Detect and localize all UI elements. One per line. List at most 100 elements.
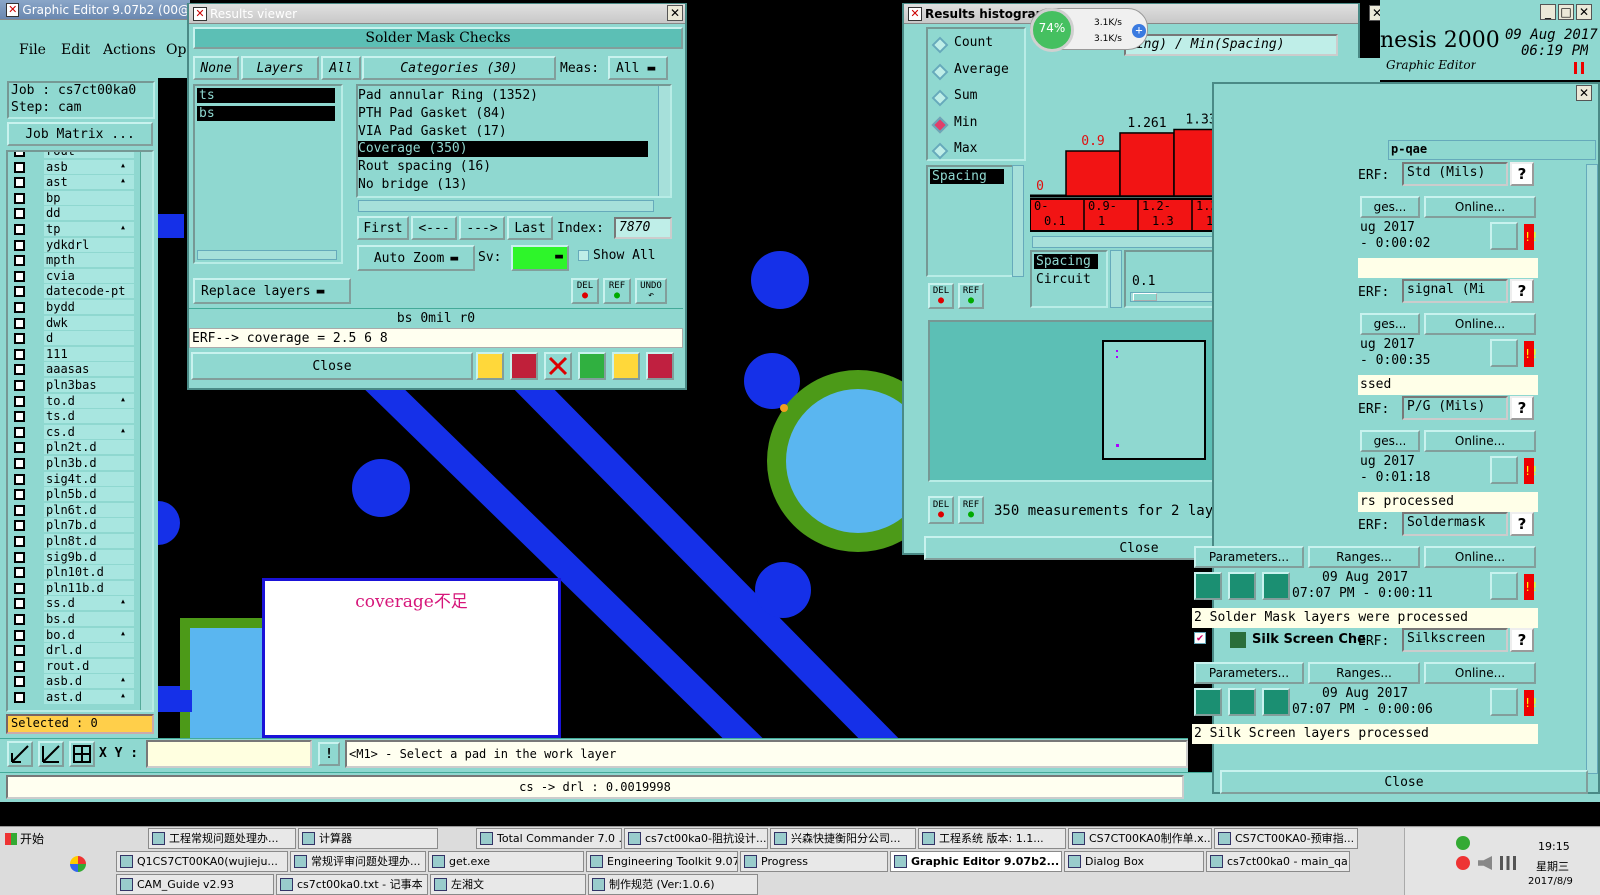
layer-checkbox[interactable] — [14, 676, 25, 688]
help-button[interactable]: ? — [1510, 162, 1534, 186]
last-button[interactable]: Last — [507, 216, 553, 240]
main-titlebar[interactable]: ✕ Graphic Editor 9.07b2 (00@H — [0, 0, 190, 20]
metric-list-scroll[interactable] — [1110, 250, 1122, 308]
layer-row[interactable]: ydkdrl — [10, 237, 152, 253]
run-icon[interactable] — [1194, 688, 1222, 716]
taskbar-button[interactable]: 左湘文 — [430, 874, 586, 895]
run-batch-icon[interactable] — [1262, 688, 1290, 716]
layer-row[interactable]: dd — [10, 206, 152, 221]
ref-button[interactable]: REF ● — [603, 278, 631, 304]
layer-checkbox[interactable] — [14, 629, 25, 641]
replace-layers-button[interactable]: Replace layers ▬ — [193, 278, 351, 304]
taskbar-button[interactable]: get.exe — [428, 851, 584, 872]
layer-checkbox[interactable] — [14, 411, 25, 423]
online-button[interactable]: Online... — [1424, 196, 1536, 218]
layer-checkbox[interactable] — [14, 333, 25, 345]
layer-checkbox[interactable] — [14, 302, 25, 313]
option-radio-max[interactable] — [931, 142, 949, 160]
zoom-result-icon[interactable] — [1490, 456, 1518, 484]
layers-none-button[interactable]: None — [193, 56, 239, 80]
layer-row[interactable]: pln10t.d — [10, 565, 152, 580]
online-button[interactable]: Online... — [1424, 430, 1536, 452]
layer-row[interactable]: bp — [10, 190, 152, 206]
grid-tool-icon[interactable] — [69, 741, 95, 767]
param-list-item[interactable]: Spacing — [930, 169, 1004, 184]
layer-row[interactable]: tp ▴ — [10, 222, 152, 237]
snap-tool-icon[interactable] — [38, 741, 64, 767]
taskbar-button[interactable]: 常规评审问题处理办... — [290, 851, 426, 872]
layer-checkbox[interactable] — [14, 255, 25, 267]
category-list[interactable]: Pad annular Ring (1352) PTH Pad Gasket (8… — [356, 84, 672, 198]
layer-checkbox[interactable] — [14, 348, 25, 360]
hist-bar[interactable] — [1119, 132, 1175, 197]
layer-checkbox[interactable] — [14, 380, 25, 391]
layer-row[interactable]: drl.d — [10, 643, 152, 658]
first-button[interactable]: First — [357, 216, 409, 240]
layer-checkbox[interactable] — [14, 442, 25, 454]
layer-checkbox[interactable] — [14, 489, 25, 501]
layers-button[interactable]: Layers — [241, 56, 319, 80]
start-button[interactable]: 开始 — [2, 828, 56, 850]
layer-row[interactable]: cs.d ▴ — [10, 424, 152, 440]
help-button[interactable]: ? — [1510, 628, 1534, 652]
check-enabled-checkbox[interactable]: ✔ — [1194, 632, 1206, 644]
alert-icon[interactable]: !! — [1524, 458, 1538, 484]
layer-row[interactable]: asb.d ▴ — [10, 674, 152, 689]
erf-field[interactable]: signal (Mi — [1402, 279, 1508, 303]
category-hscroll[interactable] — [358, 200, 654, 212]
histogram-tool-icon[interactable] — [476, 352, 504, 380]
info-button[interactable]: ! — [318, 742, 340, 766]
category-item[interactable]: VIA Pad Gasket (17) — [358, 124, 648, 140]
layer-checkbox[interactable] — [14, 192, 25, 204]
category-item[interactable]: Rout spacing (16) — [358, 159, 648, 175]
taskbar-button[interactable]: cs7ct00ka0-阻抗设计... — [624, 828, 768, 849]
layer-row[interactable]: pln6t.d — [10, 502, 152, 518]
rv-layer-hscroll[interactable] — [197, 250, 337, 260]
layer-row[interactable]: datecode-pt — [10, 284, 152, 299]
alert-icon[interactable]: !! — [1524, 341, 1538, 367]
layer-row[interactable]: pln11b.d — [10, 580, 152, 596]
rv-layer-item[interactable]: bs — [197, 106, 335, 121]
next-button[interactable]: ---> — [459, 216, 505, 240]
layer-checkbox[interactable] — [14, 458, 25, 469]
taskbar-button[interactable]: Progress — [740, 851, 888, 872]
layer-row[interactable]: asb ▴ — [10, 159, 152, 175]
taskbar-button[interactable]: Dialog Box — [1064, 851, 1204, 872]
layer-checkbox[interactable] — [14, 286, 25, 298]
sv-color-select[interactable]: ▬ — [511, 245, 569, 271]
run-step-icon[interactable] — [1228, 688, 1256, 716]
job-matrix-button[interactable]: Job Matrix ... — [7, 122, 153, 146]
hist-param-list[interactable]: Spacing — [926, 165, 1014, 277]
layer-row[interactable]: bs.d — [10, 612, 152, 627]
zoom-result-icon[interactable] — [1490, 572, 1518, 600]
del-button[interactable]: DEL ● — [571, 278, 599, 304]
ranges-button[interactable]: ges... — [1360, 430, 1420, 452]
layer-row[interactable]: sig4t.d — [10, 471, 152, 487]
rv-close-icon[interactable]: ✕ — [667, 5, 683, 21]
layer-checkbox[interactable] — [14, 536, 25, 547]
layers-all-button[interactable]: All — [321, 56, 361, 80]
layer-checkbox[interactable] — [14, 317, 25, 329]
pause-icon[interactable] — [1574, 62, 1584, 74]
hist-del-button[interactable]: DEL ● — [928, 283, 954, 309]
tray-network-icon[interactable] — [1500, 856, 1516, 870]
layer-row[interactable]: pln5b.d — [10, 487, 152, 502]
minimize-icon[interactable]: _ — [1540, 4, 1556, 20]
layer-row[interactable]: ss.d ▴ — [10, 596, 152, 611]
rv-layer-list[interactable]: ts bs — [193, 84, 343, 264]
category-item[interactable]: Pad annular Ring (1352) — [358, 88, 648, 104]
measure-tool-icon[interactable] — [7, 741, 33, 767]
layer-list[interactable]: rout asb ▴ ast ▴ bp dd tp ▴ ydkdrl mpth cvia datecod… — [6, 150, 154, 712]
erf-field[interactable]: Soldermask — [1402, 512, 1508, 536]
analysis-close-icon[interactable]: ✕ — [1576, 85, 1592, 101]
layer-row[interactable]: dwk — [10, 315, 152, 331]
layer-row[interactable]: 111 — [10, 346, 152, 362]
layer-row[interactable]: ast.d ▴ — [10, 690, 152, 705]
results-viewer-titlebar[interactable]: ✕ Results viewer — [189, 4, 685, 24]
run-step-icon[interactable] — [1228, 572, 1256, 600]
delete-tool-icon[interactable] — [544, 352, 572, 380]
zoom-result-icon[interactable] — [1490, 688, 1518, 716]
layer-checkbox[interactable] — [14, 473, 25, 485]
layer-list-scrollbar[interactable] — [140, 152, 152, 710]
layer-checkbox[interactable] — [14, 239, 25, 251]
